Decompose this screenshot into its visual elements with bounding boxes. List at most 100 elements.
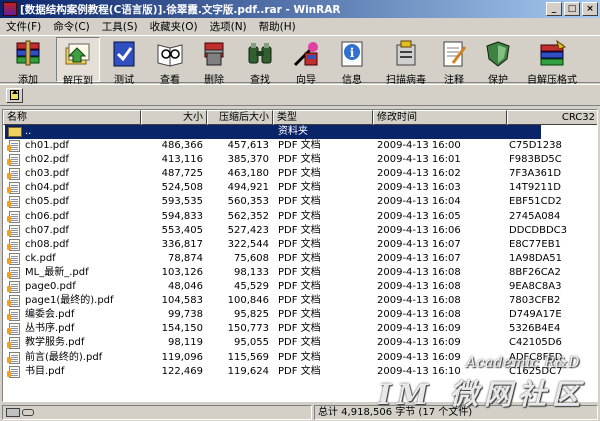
file-crc32: 14T9211D [509, 182, 561, 194]
column-crc32[interactable]: CRC32 [507, 110, 597, 125]
menu-options[interactable]: 选项(N) [204, 19, 253, 34]
add-button[interactable]: 添加 [6, 37, 50, 86]
file-crc32: C75D1238 [509, 140, 562, 151]
winrar-app-icon[interactable] [3, 2, 17, 16]
file-row[interactable]: ch03.pdf 487,725 463,180 PDF 文档 2009-4-13 16… [3, 167, 597, 181]
file-size: 413,116 [161, 154, 203, 166]
list-header: 名称 大小 压缩后大小 类型 修改时间 CRC32 [3, 110, 597, 125]
drive-icon[interactable] [6, 408, 20, 417]
file-row[interactable]: ch02.pdf 413,116 385,370 PDF 文档 2009-4-13 16… [3, 153, 597, 167]
window-controls: _ □ × [544, 2, 598, 16]
file-packed-size: 494,921 [227, 182, 269, 194]
file-icon [7, 238, 20, 251]
column-name[interactable]: 名称 [3, 110, 141, 125]
file-size: 553,405 [161, 224, 203, 236]
file-row[interactable]: page0.pdf 48,046 45,529 PDF 文档 2009-4-13 16:… [3, 280, 597, 294]
file-type: PDF 文档 [278, 210, 321, 222]
file-row[interactable]: ch08.pdf 336,817 322,544 PDF 文档 2009-4-13 16… [3, 238, 597, 252]
toolbar: 添加 解压到 测试 查看 删除 查找 向导 i 信息 扫描病毒 注释 保护 自解… [0, 35, 600, 87]
menu-file[interactable]: 文件(F) [0, 19, 47, 34]
file-row[interactable]: ch04.pdf 524,508 494,921 PDF 文档 2009-4-13 16… [3, 181, 597, 195]
parent-folder-type: 资料夹 [278, 126, 308, 137]
file-packed-size: 463,180 [227, 168, 269, 180]
file-row[interactable]: 丛书序.pdf 154,150 150,773 PDF 文档 2009-4-13 16:… [3, 322, 597, 336]
file-row[interactable]: ML_最新_.pdf 103,126 98,133 PDF 文档 2009-4-13 1… [3, 266, 597, 280]
column-packed[interactable]: 压缩后大小 [207, 110, 273, 125]
file-icon [7, 182, 20, 195]
parent-folder-row[interactable]: .. 资料夹 [3, 125, 597, 139]
view-icon [155, 39, 185, 69]
menu-tools[interactable]: 工具(S) [96, 19, 144, 34]
file-icon [7, 295, 20, 308]
file-type: PDF 文档 [278, 295, 321, 307]
file-row[interactable]: ch05.pdf 593,535 560,353 PDF 文档 2009-4-13 16… [3, 195, 597, 209]
file-name: page1(最终的).pdf [25, 295, 114, 307]
file-crc32: 8BF26CA2 [509, 266, 561, 278]
file-packed-size: 100,846 [227, 295, 269, 307]
file-icon [7, 266, 20, 279]
file-icon [7, 323, 20, 336]
find-button[interactable]: 查找 [238, 37, 282, 86]
file-type: PDF 文档 [278, 252, 321, 264]
file-name: ch08.pdf [25, 238, 69, 250]
file-type: PDF 文档 [278, 323, 321, 335]
column-size[interactable]: 大小 [141, 110, 207, 125]
file-crc32: 9EA8C8A3 [509, 281, 562, 292]
up-folder-button[interactable] [6, 88, 23, 103]
virus-scan-button[interactable]: 扫描病毒 [380, 37, 432, 86]
file-name: 教学服务.pdf [25, 337, 85, 349]
key-icon[interactable] [22, 409, 34, 416]
file-row[interactable]: page1(最终的).pdf 104,583 100,846 PDF 文档 2009-4… [3, 294, 597, 308]
file-type: PDF 文档 [278, 351, 321, 363]
sfx-button[interactable]: 自解压格式 [524, 37, 580, 86]
info-button[interactable]: i 信息 [332, 37, 372, 86]
protect-button[interactable]: 保护 [478, 37, 518, 86]
find-icon [245, 39, 275, 69]
file-icon [7, 154, 20, 167]
file-packed-size: 527,423 [227, 224, 269, 236]
extract-to-button[interactable]: 解压到 [56, 37, 100, 87]
column-type[interactable]: 类型 [273, 110, 373, 125]
file-size: 524,508 [161, 182, 203, 194]
comment-button[interactable]: 注释 [434, 37, 474, 86]
maximize-button[interactable]: □ [564, 2, 580, 16]
menu-favorites[interactable]: 收藏夹(O) [144, 19, 204, 34]
file-row[interactable]: ch07.pdf 553,405 527,423 PDF 文档 2009-4-13 16… [3, 224, 597, 238]
file-row[interactable]: ch06.pdf 594,833 562,352 PDF 文档 2009-4-13 16… [3, 210, 597, 224]
minimize-button[interactable]: _ [546, 2, 562, 16]
wizard-button[interactable]: 向导 [286, 37, 326, 86]
file-type: PDF 文档 [278, 224, 321, 236]
column-modified[interactable]: 修改时间 [373, 110, 507, 125]
file-modified: 2009-4-13 16:07 [377, 238, 461, 250]
file-packed-size: 45,529 [234, 281, 269, 292]
file-icon [7, 337, 20, 350]
view-button[interactable]: 查看 [150, 37, 190, 86]
file-icon [7, 210, 20, 223]
file-size: 48,046 [168, 281, 203, 292]
menu-commands[interactable]: 命令(C) [47, 19, 96, 34]
file-packed-size: 457,613 [227, 140, 269, 151]
file-name: 书目.pdf [25, 365, 65, 377]
file-modified: 2009-4-13 16:05 [377, 210, 461, 222]
file-row[interactable]: 编委会.pdf 99,738 95,825 PDF 文档 2009-4-13 16:08… [3, 308, 597, 322]
window-title: [数据结构案例教程(C语言版)].徐翠霞.文字版.pdf..rar - WinR… [20, 3, 341, 16]
file-modified: 2009-4-13 16:09 [377, 337, 461, 349]
file-crc32: 7F3A361D [509, 168, 562, 180]
file-type: PDF 文档 [278, 140, 321, 151]
file-packed-size: 322,544 [227, 238, 269, 250]
file-name: ch03.pdf [25, 168, 69, 180]
file-row[interactable]: ck.pdf 78,874 75,608 PDF 文档 2009-4-13 16:07 1… [3, 252, 597, 266]
info-icon: i [337, 39, 367, 69]
file-name: page0.pdf [25, 281, 76, 292]
file-size: 487,725 [161, 168, 203, 180]
delete-button[interactable]: 删除 [194, 37, 234, 86]
file-row[interactable]: 教学服务.pdf 98,119 95,055 PDF 文档 2009-4-13 16:0… [3, 336, 597, 350]
file-modified: 2009-4-13 16:09 [377, 323, 461, 335]
test-button[interactable]: 测试 [104, 37, 144, 86]
close-button[interactable]: × [582, 2, 598, 16]
file-crc32: C42105D6 [509, 337, 562, 349]
menu-help[interactable]: 帮助(H) [253, 19, 302, 34]
file-type: PDF 文档 [278, 182, 321, 194]
file-row[interactable]: ch01.pdf 486,366 457,613 PDF 文档 2009-4-13 16… [3, 139, 597, 153]
file-type: PDF 文档 [278, 238, 321, 250]
